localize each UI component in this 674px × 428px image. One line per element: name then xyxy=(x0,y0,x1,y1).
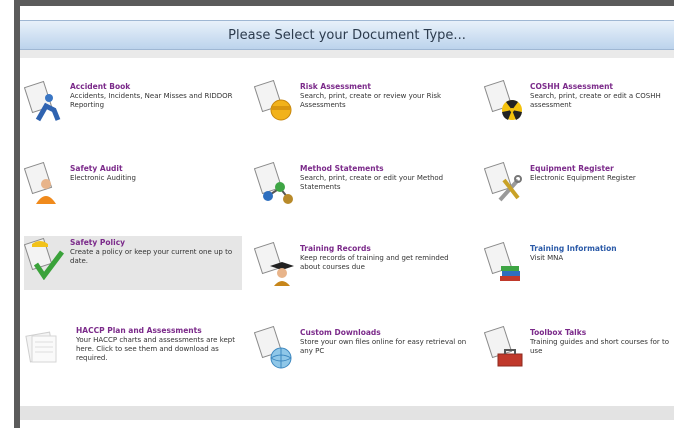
doc-item-risk-assessment[interactable]: Risk Assessment Search, print, create or… xyxy=(254,80,472,134)
doc-item-training-information[interactable]: Training Information Visit MNA xyxy=(484,242,674,296)
item-title[interactable]: Safety Audit xyxy=(70,164,240,174)
item-title[interactable]: Equipment Register xyxy=(530,164,674,174)
top-divider xyxy=(20,50,674,58)
safety-policy-icon xyxy=(24,237,64,280)
item-desc: Visit MNA xyxy=(530,254,564,262)
item-desc: Keep records of training and get reminde… xyxy=(300,254,449,271)
item-desc: Store your own files online for easy ret… xyxy=(300,338,467,355)
coshh-hazard-icon xyxy=(484,80,522,120)
item-title[interactable]: HACCP Plan and Assessments xyxy=(76,326,248,336)
custom-downloads-icon xyxy=(254,326,292,369)
doc-item-haccp[interactable]: HACCP Plan and Assessments Your HACCP ch… xyxy=(24,324,250,378)
doc-item-toolbox-talks[interactable]: Toolbox Talks Training guides and short … xyxy=(484,326,674,380)
method-statements-icon xyxy=(254,162,293,204)
safety-audit-icon xyxy=(24,162,56,204)
app-frame: Please Select your Document Type... Acci… xyxy=(14,0,674,428)
toolbox-talks-icon xyxy=(484,326,523,367)
item-desc: Search, print, create or review your Ris… xyxy=(300,92,442,109)
doc-item-training-records[interactable]: Training Records Keep records of trainin… xyxy=(254,242,472,296)
item-title[interactable]: Accident Book xyxy=(70,82,240,92)
item-title[interactable]: Method Statements xyxy=(300,164,470,174)
item-desc: Electronic Equipment Register xyxy=(530,174,636,182)
item-desc: Your HACCP charts and assessments are ke… xyxy=(76,336,235,362)
doc-item-custom-downloads[interactable]: Custom Downloads Store your own files on… xyxy=(254,326,472,380)
item-desc: Accidents, Incidents, Near Misses and RI… xyxy=(70,92,233,109)
doc-item-accident-book[interactable]: Accident Book Accidents, Incidents, Near… xyxy=(24,80,242,134)
page-title: Please Select your Document Type... xyxy=(228,27,466,43)
haccp-icon xyxy=(25,331,57,363)
item-title[interactable]: COSHH Assessment xyxy=(530,82,674,92)
page-header: Please Select your Document Type... xyxy=(20,20,674,50)
training-information-icon xyxy=(484,242,520,281)
doc-item-coshh-assessment[interactable]: COSHH Assessment Search, print, create o… xyxy=(484,80,674,134)
item-desc: Electronic Auditing xyxy=(70,174,136,182)
bottom-divider xyxy=(20,406,674,420)
equipment-register-icon xyxy=(484,162,522,202)
item-title[interactable]: Training Information xyxy=(530,244,674,254)
item-desc: Search, print, create or edit a COSHH as… xyxy=(530,92,661,109)
item-desc: Training guides and short courses for to… xyxy=(530,338,670,355)
item-desc: Search, print, create or edit your Metho… xyxy=(300,174,444,191)
item-title[interactable]: Risk Assessment xyxy=(300,82,470,92)
item-desc: Create a policy or keep your current one… xyxy=(70,248,233,265)
item-title[interactable]: Training Records xyxy=(300,244,470,254)
doc-item-equipment-register[interactable]: Equipment Register Electronic Equipment … xyxy=(484,162,674,216)
accident-book-icon xyxy=(24,80,61,122)
item-title[interactable]: Safety Policy xyxy=(70,238,240,248)
training-records-icon xyxy=(254,242,294,286)
item-title[interactable]: Custom Downloads xyxy=(300,328,470,338)
risk-assessment-icon xyxy=(254,80,292,121)
doc-item-safety-policy[interactable]: Safety Policy Create a policy or keep yo… xyxy=(24,236,242,290)
item-title[interactable]: Toolbox Talks xyxy=(530,328,672,338)
doc-item-method-statements[interactable]: Method Statements Search, print, create … xyxy=(254,162,472,216)
doc-item-safety-audit[interactable]: Safety Audit Electronic Auditing xyxy=(24,162,242,216)
